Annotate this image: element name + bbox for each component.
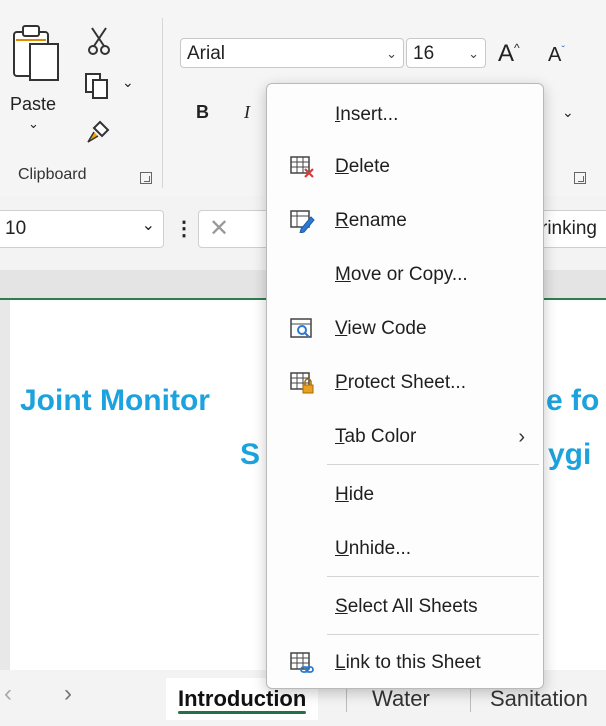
font-color-chevron-icon[interactable]: ⌄	[562, 104, 574, 121]
scissors-icon[interactable]	[86, 26, 112, 56]
menu-item-label: Hide	[335, 484, 375, 505]
ribbon-divider	[162, 18, 163, 188]
tab-label: Sanitation	[490, 686, 588, 711]
sheet-title-line2-left: S	[240, 438, 261, 471]
submenu-chevron-right-icon: ›	[518, 426, 525, 448]
menu-item-label: Move or Copy...	[335, 264, 468, 285]
decrease-font-size-label: A	[548, 44, 562, 66]
font-name-combobox[interactable]: Arial ⌄	[180, 38, 404, 68]
formula-content: rinking	[541, 218, 597, 239]
increase-font-size-button[interactable]: A^	[498, 40, 520, 68]
name-box[interactable]: 10 ⌄	[0, 210, 164, 248]
menu-separator	[327, 464, 539, 465]
menu-separator	[327, 576, 539, 577]
clipboard-group-label: Clipboard	[18, 166, 87, 183]
chevron-down-icon: ⌄	[386, 46, 397, 61]
menu-item-label: Rename	[335, 210, 407, 231]
menu-item-delete[interactable]: Delete	[267, 144, 543, 190]
menu-item-label: Protect Sheet...	[335, 372, 466, 393]
menu-separator	[327, 634, 539, 635]
bold-button[interactable]: B	[196, 102, 209, 123]
chevron-down-icon: ⌄	[468, 46, 479, 61]
menu-item-move-or-copy[interactable]: Move or Copy...	[267, 252, 543, 298]
tab-separator	[346, 688, 347, 712]
formula-input[interactable]: rinking	[536, 210, 606, 248]
menu-item-label: Link to this Sheet	[335, 652, 481, 673]
row-header-strip	[0, 300, 10, 670]
format-painter-icon[interactable]	[86, 118, 114, 146]
paste-label: Paste	[10, 94, 57, 114]
more-options-icon[interactable]: ⋮	[174, 216, 194, 241]
view-code-icon	[290, 318, 312, 338]
menu-item-label: Select All Sheets	[335, 596, 478, 617]
sheet-title-line1-right: e fo	[546, 384, 600, 417]
menu-item-unhide[interactable]: Unhide...	[267, 526, 543, 572]
menu-item-label: Unhide...	[335, 538, 412, 559]
chevron-down-icon: ⌄	[28, 116, 39, 131]
menu-item-view-code[interactable]: View Code	[267, 306, 543, 352]
tab-label: Water	[372, 686, 430, 711]
menu-item-label: View Code	[335, 318, 427, 339]
menu-item-link-to-this-sheet[interactable]: Link to this Sheet	[267, 640, 543, 686]
clipboard-icon	[13, 25, 59, 81]
sheet-tab-context-menu: Insert... Delete Rename Move or Copy... …	[266, 83, 544, 689]
font-size-combobox[interactable]: 16 ⌄	[406, 38, 486, 68]
copy-icon[interactable]	[84, 72, 112, 100]
menu-item-select-all-sheets[interactable]: Select All Sheets	[267, 584, 543, 630]
decrease-font-size-button[interactable]: Aˇ	[548, 44, 565, 67]
clipboard-dialog-launcher-icon[interactable]	[140, 172, 152, 184]
sheet-title-line1-left: Joint Monitor	[20, 384, 210, 417]
italic-button[interactable]: I	[244, 102, 250, 123]
menu-item-label: Tab Color	[335, 426, 417, 447]
active-tab-indicator	[178, 711, 307, 714]
rename-sheet-icon	[290, 210, 315, 233]
menu-item-hide[interactable]: Hide	[267, 472, 543, 518]
paste-button[interactable]: Paste ⌄	[6, 20, 66, 140]
font-dialog-launcher-icon[interactable]	[574, 172, 586, 184]
cancel-icon[interactable]: ✕	[209, 214, 229, 243]
scroll-tabs-right-icon[interactable]: ›	[64, 680, 72, 708]
name-box-value: 10	[5, 218, 27, 239]
increase-font-size-label: A	[498, 40, 515, 67]
tab-separator	[470, 688, 471, 712]
menu-item-insert[interactable]: Insert...	[267, 92, 543, 138]
copy-options-chevron-icon[interactable]: ⌄	[122, 74, 134, 91]
menu-item-tab-color[interactable]: Tab Color ›	[267, 414, 543, 460]
tab-label: Introduction	[178, 686, 307, 711]
protect-sheet-icon	[290, 372, 314, 394]
sheet-title-line2-right: ygi	[548, 438, 592, 471]
menu-item-rename[interactable]: Rename	[267, 198, 543, 244]
delete-sheet-icon	[290, 156, 314, 178]
chevron-down-icon: ⌄	[141, 217, 155, 234]
scroll-tabs-left-icon[interactable]: ‹	[4, 680, 12, 708]
font-size-value: 16	[413, 43, 435, 64]
menu-item-protect-sheet[interactable]: Protect Sheet...	[267, 360, 543, 406]
menu-item-label: Delete	[335, 156, 390, 177]
menu-item-label: Insert...	[335, 104, 399, 125]
font-name-value: Arial	[187, 43, 226, 64]
link-sheet-icon	[290, 652, 314, 673]
